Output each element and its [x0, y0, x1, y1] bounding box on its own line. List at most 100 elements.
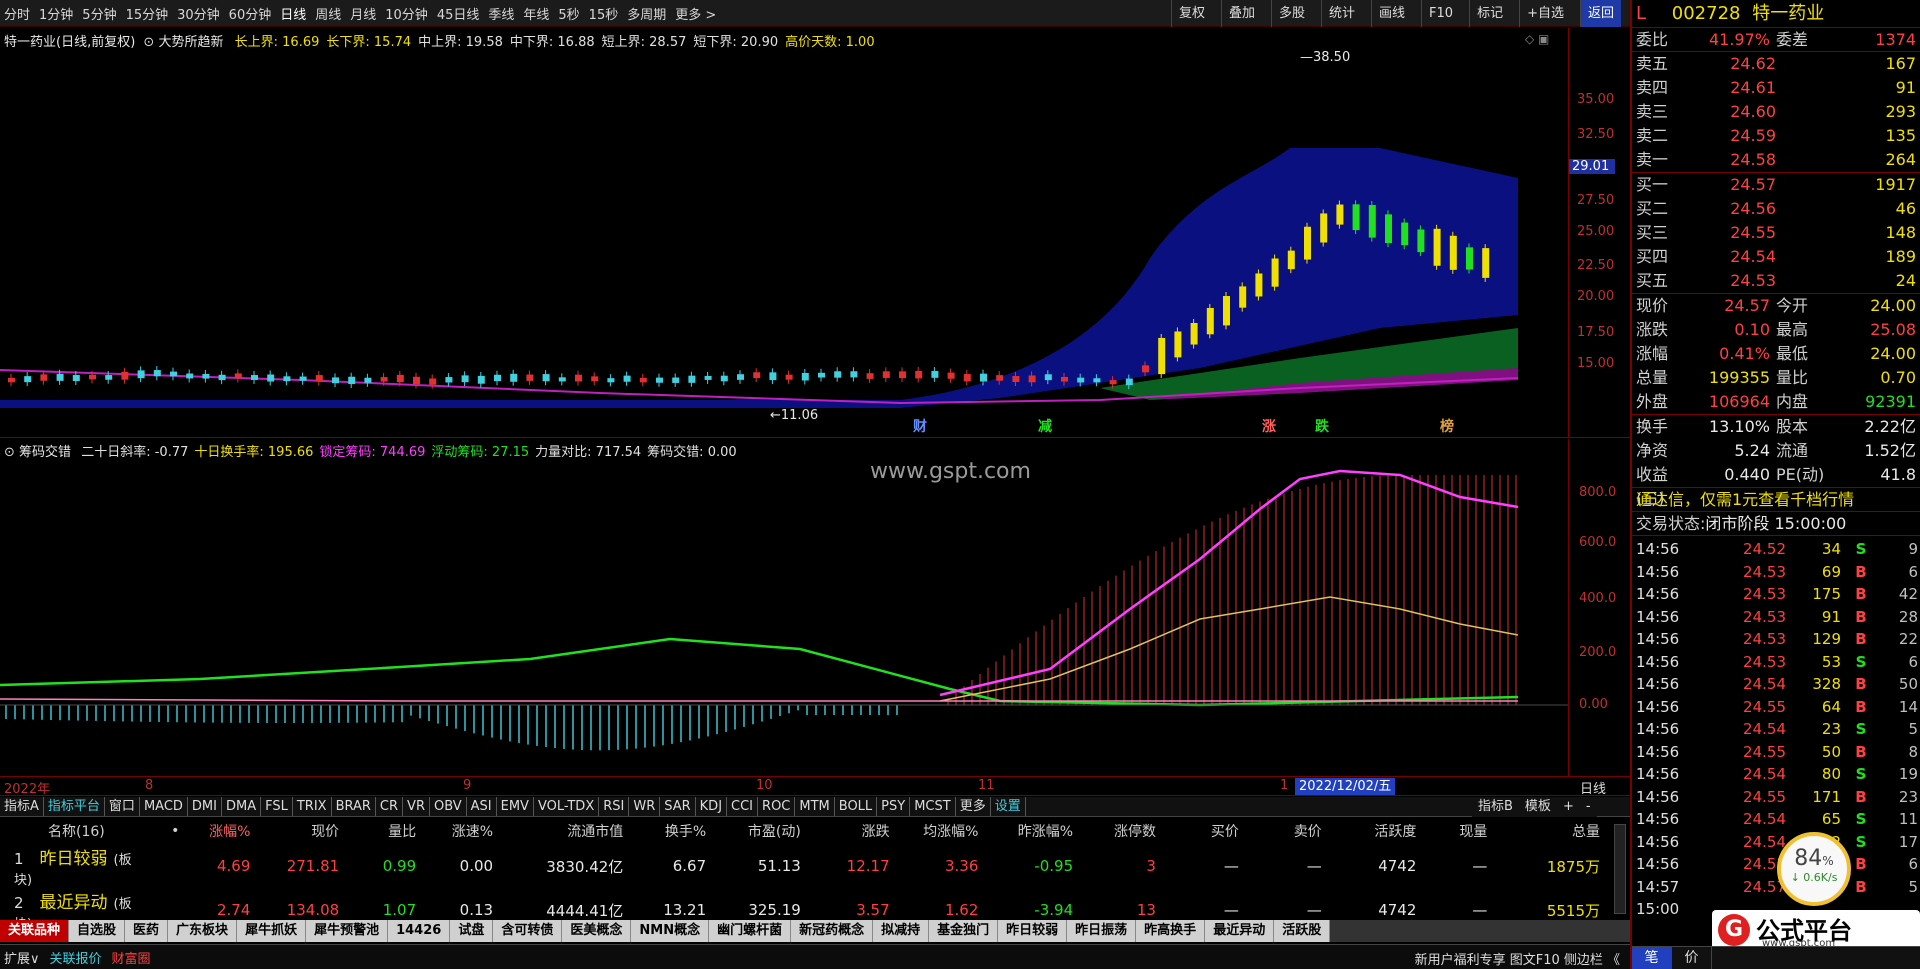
- indicator-tab[interactable]: BRAR: [332, 797, 376, 816]
- indicator-tab[interactable]: WR: [629, 797, 661, 816]
- indicator-tab[interactable]: PSY: [877, 797, 911, 816]
- indicator-tab[interactable]: MACD: [140, 797, 188, 816]
- category-tab[interactable]: 广东板块: [168, 920, 238, 942]
- toolbar-button[interactable]: +自选: [1519, 0, 1571, 27]
- toolbar-button[interactable]: 返回: [1579, 0, 1621, 27]
- indicator-tab[interactable]: SAR: [660, 797, 696, 816]
- indicator-tab[interactable]: CCI: [727, 797, 759, 816]
- chip-indicator-chart[interactable]: [0, 439, 1568, 776]
- order-row[interactable]: 卖五 24.62 167: [1636, 52, 1920, 76]
- indicator-tab[interactable]: DMI: [188, 797, 222, 816]
- category-tab[interactable]: 幽门螺杆菌: [709, 920, 792, 942]
- order-row[interactable]: 卖二 24.59 135: [1636, 124, 1920, 148]
- indicator-tab-right[interactable]: 模板: [1519, 797, 1557, 817]
- period-label[interactable]: 日线: [1580, 778, 1606, 797]
- category-tab[interactable]: 拟减持: [873, 920, 930, 942]
- order-row[interactable]: 买四 24.54 189: [1636, 245, 1920, 269]
- grid-header-cell[interactable]: 均涨幅%: [900, 818, 989, 844]
- order-row[interactable]: 买一 24.57 1917: [1636, 173, 1920, 197]
- grid-header-cell[interactable]: 现量: [1426, 818, 1497, 844]
- category-tab[interactable]: 医美概念: [562, 920, 632, 942]
- grid-header-cell[interactable]: 涨幅%: [189, 818, 260, 844]
- indicator-tab[interactable]: FSL: [261, 797, 293, 816]
- grid-header-cell[interactable]: 换手%: [633, 818, 716, 844]
- indicator-tab[interactable]: CR: [376, 797, 404, 816]
- indicator-tab[interactable]: MTM: [795, 797, 835, 816]
- toolbar-button[interactable]: 多股: [1270, 0, 1312, 27]
- period-tab[interactable]: 1分钟: [39, 4, 73, 23]
- grid-header-cell[interactable]: 涨速%: [426, 818, 503, 844]
- category-tab[interactable]: 犀牛预警池: [306, 920, 389, 942]
- toolbar-button[interactable]: 画线: [1371, 0, 1412, 27]
- panel-tab[interactable]: 笔: [1632, 947, 1672, 969]
- category-tab[interactable]: 试盘: [450, 920, 494, 942]
- category-tab[interactable]: 含可转债: [493, 920, 563, 942]
- grid-header-cell[interactable]: 涨跌: [811, 818, 900, 844]
- status-item[interactable]: 关联报价: [50, 952, 102, 967]
- grid-header-cell[interactable]: 量比: [349, 818, 426, 844]
- period-tab[interactable]: 10分钟: [385, 4, 428, 23]
- table-row[interactable]: 1 昨日较弱 (板块) 4.69 271.81 0.99 0.00 3830.42亿 6.67 5…: [0, 844, 1610, 888]
- panel-tab[interactable]: 价: [1672, 947, 1712, 969]
- indicator-tab-right[interactable]: 指标B: [1472, 797, 1519, 817]
- grid-header-cell[interactable]: 活跃度: [1332, 818, 1427, 844]
- indicator-tab[interactable]: ASI: [467, 797, 497, 816]
- main-chart-panel[interactable]: 特一药业(日线,前复权) ⊙ 大势所趋新 长上界: 16.69 长下界: 15.7…: [0, 28, 1630, 438]
- order-row[interactable]: 买五 24.53 24: [1636, 269, 1920, 293]
- order-row[interactable]: 买三 24.55 148: [1636, 221, 1920, 245]
- status-item[interactable]: 扩展∨: [4, 952, 40, 967]
- indicator-tab[interactable]: VOL-TDX: [534, 797, 600, 816]
- period-tab[interactable]: 45日线: [437, 4, 480, 23]
- order-row[interactable]: 卖四 24.61 91: [1636, 76, 1920, 100]
- period-tab[interactable]: 5秒: [558, 4, 579, 23]
- indicator-tab-right[interactable]: +: [1557, 797, 1580, 817]
- indicator-tab[interactable]: OBV: [430, 797, 467, 816]
- grid-header-cell[interactable]: 市盈(动): [716, 818, 811, 844]
- candlestick-chart[interactable]: —38.50 ←11.06 财 减 涨 跌 榜: [0, 28, 1568, 438]
- indicator-tab[interactable]: 指标A: [0, 797, 44, 816]
- status-right-text[interactable]: 新用户福利专享 图文F10 侧边栏 《: [1415, 949, 1620, 968]
- grid-header-cell[interactable]: 流通市值: [503, 818, 633, 844]
- indicator-tab[interactable]: KDJ: [696, 797, 728, 816]
- toolbar-button[interactable]: 复权: [1170, 0, 1212, 27]
- grid-header-cell[interactable]: •: [142, 818, 189, 844]
- category-tab[interactable]: 新冠药概念: [791, 920, 874, 942]
- period-tab[interactable]: 5分钟: [82, 4, 116, 23]
- grid-scrollbar[interactable]: [1614, 824, 1626, 914]
- indicator-tab[interactable]: TRIX: [293, 797, 332, 816]
- category-tab[interactable]: 14426: [388, 920, 451, 942]
- status-item[interactable]: 财富圈: [112, 952, 151, 967]
- indicator-tab[interactable]: RSI: [599, 797, 630, 816]
- toolbar-button[interactable]: F10: [1421, 0, 1460, 27]
- toolbar-button[interactable]: 叠加: [1220, 0, 1262, 27]
- period-tab[interactable]: 多周期: [627, 4, 666, 23]
- period-tab[interactable]: 日线: [280, 4, 306, 23]
- indicator-tab[interactable]: ROC: [758, 797, 796, 816]
- indicator-tab[interactable]: EMV: [497, 797, 534, 816]
- category-tab[interactable]: 关联品种: [0, 920, 70, 942]
- grid-header-cell[interactable]: 现价: [260, 818, 349, 844]
- period-tab[interactable]: 年线: [523, 4, 549, 23]
- category-tab[interactable]: 活跃股: [1274, 920, 1331, 942]
- category-tab[interactable]: 犀牛抓妖: [237, 920, 307, 942]
- period-tab[interactable]: 15分钟: [126, 4, 169, 23]
- category-tab[interactable]: 基金独门: [929, 920, 999, 942]
- order-row[interactable]: 卖三 24.60 293: [1636, 100, 1920, 124]
- grid-header-cell[interactable]: 卖价: [1249, 818, 1332, 844]
- indicator-tab[interactable]: 窗口: [105, 797, 140, 816]
- category-tab[interactable]: 昨日振荡: [1067, 920, 1137, 942]
- indicator-tab[interactable]: 指标平台: [44, 797, 105, 816]
- indicator-tab[interactable]: BOLL: [835, 797, 878, 816]
- order-row[interactable]: 卖一 24.58 264: [1636, 148, 1920, 172]
- toolbar-button[interactable]: 标记: [1469, 0, 1510, 27]
- category-tab[interactable]: 昨日较弱: [998, 920, 1068, 942]
- indicator-tab-right[interactable]: -: [1580, 797, 1597, 817]
- period-tab[interactable]: 季线: [488, 4, 514, 23]
- period-tab[interactable]: 30分钟: [177, 4, 220, 23]
- indicator-tab[interactable]: 设置: [991, 797, 1026, 816]
- category-tab[interactable]: 自选股: [69, 920, 126, 942]
- period-tab[interactable]: 更多 >: [675, 4, 716, 23]
- toolbar-button[interactable]: 统计: [1321, 0, 1362, 27]
- indicator-tab[interactable]: 更多: [956, 797, 991, 816]
- grid-header-cell[interactable]: 名称(16): [0, 818, 142, 844]
